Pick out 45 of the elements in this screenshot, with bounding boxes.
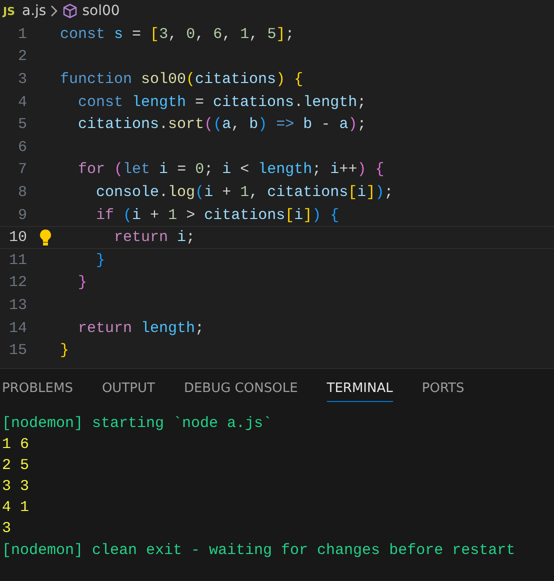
javascript-file-icon: JS [3, 4, 16, 18]
line-number: 5 [16, 116, 27, 134]
line-number: 7 [16, 161, 27, 178]
code-text: for (let i = 0; i < length; i++) { [77, 161, 384, 178]
panel-tab[interactable]: OUTPUT [102, 369, 155, 402]
line-number: 3 [16, 70, 27, 88]
terminal-line: [nodemon] clean exit - waiting for changes before restart [2, 540, 516, 561]
line-number: 8 [16, 184, 27, 201]
line-number: 1 [16, 26, 27, 43]
panel-tab[interactable]: PROBLEMS [2, 369, 73, 402]
panel-tab[interactable]: DEBUG CONSOLE [184, 369, 298, 402]
code-text: console.log(i + 1, citations[i]); [95, 184, 394, 201]
line-number: 12 [8, 274, 27, 292]
code-text: citations.sort((a, b) => b - a); [77, 116, 366, 134]
panel-tab[interactable]: TERMINAL [326, 369, 393, 402]
line-number: 2 [16, 48, 27, 66]
line-number: 10 [8, 229, 27, 246]
line-number: 14 [8, 320, 27, 337]
terminal-line: 2 5 [2, 456, 30, 476]
code-text: if (i + 1 > citations[i]) { [95, 206, 340, 224]
terminal-line: 3 [2, 519, 12, 540]
code-text: } [95, 252, 106, 269]
line-number: 11 [8, 252, 27, 269]
line-number: 15 [8, 342, 27, 360]
cube-icon [62, 3, 78, 19]
chevron-icon [50, 5, 58, 17]
breadcrumb-file[interactable]: a.js [22, 3, 46, 19]
code-text: return i; [113, 229, 196, 246]
code-text: function sol00(citations) { [60, 70, 304, 88]
breadcrumb-symbol[interactable]: sol00 [82, 3, 120, 19]
code-text: const length = citations.length; [77, 94, 366, 111]
terminal-line: 1 6 [2, 435, 30, 456]
code-text: return length; [77, 320, 204, 337]
code-text: } [77, 274, 88, 292]
line-number: 13 [8, 296, 27, 314]
terminal-line: 4 1 [2, 498, 30, 518]
lightbulb-icon[interactable] [39, 229, 52, 246]
terminal-line: [nodemon] starting `node a.js` [2, 414, 274, 434]
code-text: } [60, 342, 70, 360]
line-number: 4 [16, 94, 27, 111]
code-text: const s = [3, 0, 6, 1, 5]; [60, 26, 294, 43]
line-number: 9 [16, 206, 27, 224]
terminal-line: 3 3 [2, 477, 30, 498]
line-number: 6 [16, 138, 27, 156]
panel-tab[interactable]: PORTS [422, 369, 464, 402]
